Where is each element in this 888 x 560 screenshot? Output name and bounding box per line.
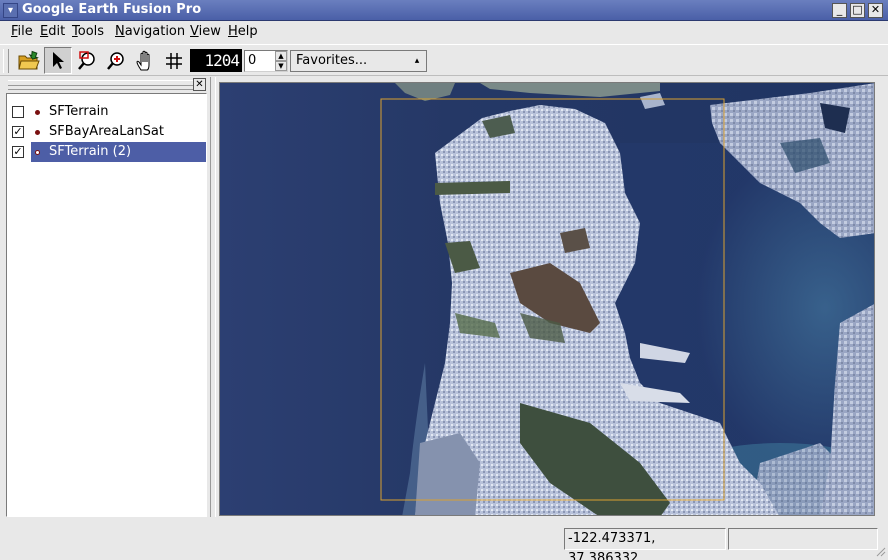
- layer-item[interactable]: SFTerrain: [7, 102, 206, 122]
- chevron-down-icon: ▾: [7, 5, 14, 16]
- pointer-icon: [53, 51, 64, 69]
- level-spinbox[interactable]: 0 ▲ ▼: [244, 50, 288, 72]
- toolbar: 1204 0 ▲ ▼ Favorites... ▴: [0, 44, 888, 76]
- layer-checkbox[interactable]: ✓: [12, 126, 24, 138]
- layer-dot-icon: [35, 130, 40, 135]
- menu-bar: File Edit Tools Navigation View Help: [0, 21, 888, 43]
- zoom-box-icon: [78, 50, 95, 70]
- spinbox-value: 0: [248, 53, 257, 68]
- panel-splitter[interactable]: [210, 77, 216, 517]
- grid-icon: [166, 52, 182, 69]
- zoom-in-icon: [107, 51, 124, 70]
- menu-help[interactable]: Help: [228, 24, 258, 39]
- select-tool-button[interactable]: [44, 47, 72, 74]
- status-bar: -122.473371, 37.386332: [0, 519, 888, 560]
- satellite-image: [220, 83, 874, 515]
- layer-name: SFTerrain: [49, 104, 109, 119]
- grid-button[interactable]: [160, 47, 188, 74]
- layers-panel: ✕ SFTerrain ✓ SFBayAreaLanSat ✓ SFTerrai…: [0, 77, 210, 517]
- size-grip-icon[interactable]: [876, 547, 886, 557]
- toolbar-grip[interactable]: [3, 49, 9, 73]
- arrow-down-icon: ▼: [278, 62, 284, 70]
- close-panel-button[interactable]: ✕: [193, 78, 206, 91]
- open-button[interactable]: [15, 47, 43, 74]
- map-view[interactable]: [219, 82, 875, 516]
- dock-handle[interactable]: [8, 80, 198, 90]
- open-folder-icon: [18, 50, 40, 69]
- menu-edit[interactable]: Edit: [40, 24, 65, 39]
- layer-list[interactable]: SFTerrain ✓ SFBayAreaLanSat ✓ SFTerrain …: [6, 93, 207, 517]
- checkmark-icon: ✓: [13, 145, 23, 158]
- pan-button[interactable]: [131, 47, 159, 74]
- zoom-in-button[interactable]: [102, 47, 130, 74]
- window-menu-button[interactable]: ▾: [3, 3, 18, 18]
- window-title: Google Earth Fusion Pro: [22, 2, 202, 17]
- menu-navigation[interactable]: Navigation: [115, 24, 185, 39]
- layer-item-selected[interactable]: ✓ SFTerrain (2): [7, 142, 206, 162]
- menu-tools[interactable]: Tools: [72, 24, 104, 39]
- favorites-dropdown[interactable]: Favorites... ▴: [290, 50, 427, 72]
- zoom-box-button[interactable]: [73, 47, 101, 74]
- menu-file[interactable]: File: [11, 24, 33, 39]
- checkmark-icon: ✓: [13, 125, 23, 138]
- layer-dot-icon: [35, 150, 40, 155]
- spin-up-button[interactable]: ▲: [275, 51, 287, 61]
- title-bar: ▾ Google Earth Fusion Pro _ □ ✕: [0, 0, 888, 21]
- layer-checkbox[interactable]: [12, 106, 24, 118]
- layer-name: SFBayAreaLanSat: [49, 124, 164, 139]
- coordinates-readout: -122.473371, 37.386332: [564, 528, 726, 560]
- maximize-button[interactable]: □: [850, 3, 865, 18]
- layer-item[interactable]: ✓ SFBayAreaLanSat: [7, 122, 206, 142]
- favorites-value: Favorites...: [296, 53, 368, 68]
- menu-view[interactable]: View: [190, 24, 221, 39]
- updown-arrows-icon: ▴: [414, 56, 420, 66]
- spin-down-button[interactable]: ▼: [275, 61, 287, 71]
- status-field: [728, 528, 878, 550]
- level-display: 1204: [190, 49, 242, 72]
- close-window-button[interactable]: ✕: [868, 3, 883, 18]
- minimize-button[interactable]: _: [832, 3, 847, 18]
- layer-checkbox[interactable]: ✓: [12, 146, 24, 158]
- pan-hand-icon: [136, 50, 150, 70]
- arrow-up-icon: ▲: [278, 52, 284, 60]
- layer-dot-icon: [35, 110, 40, 115]
- layer-name: SFTerrain (2): [49, 144, 132, 159]
